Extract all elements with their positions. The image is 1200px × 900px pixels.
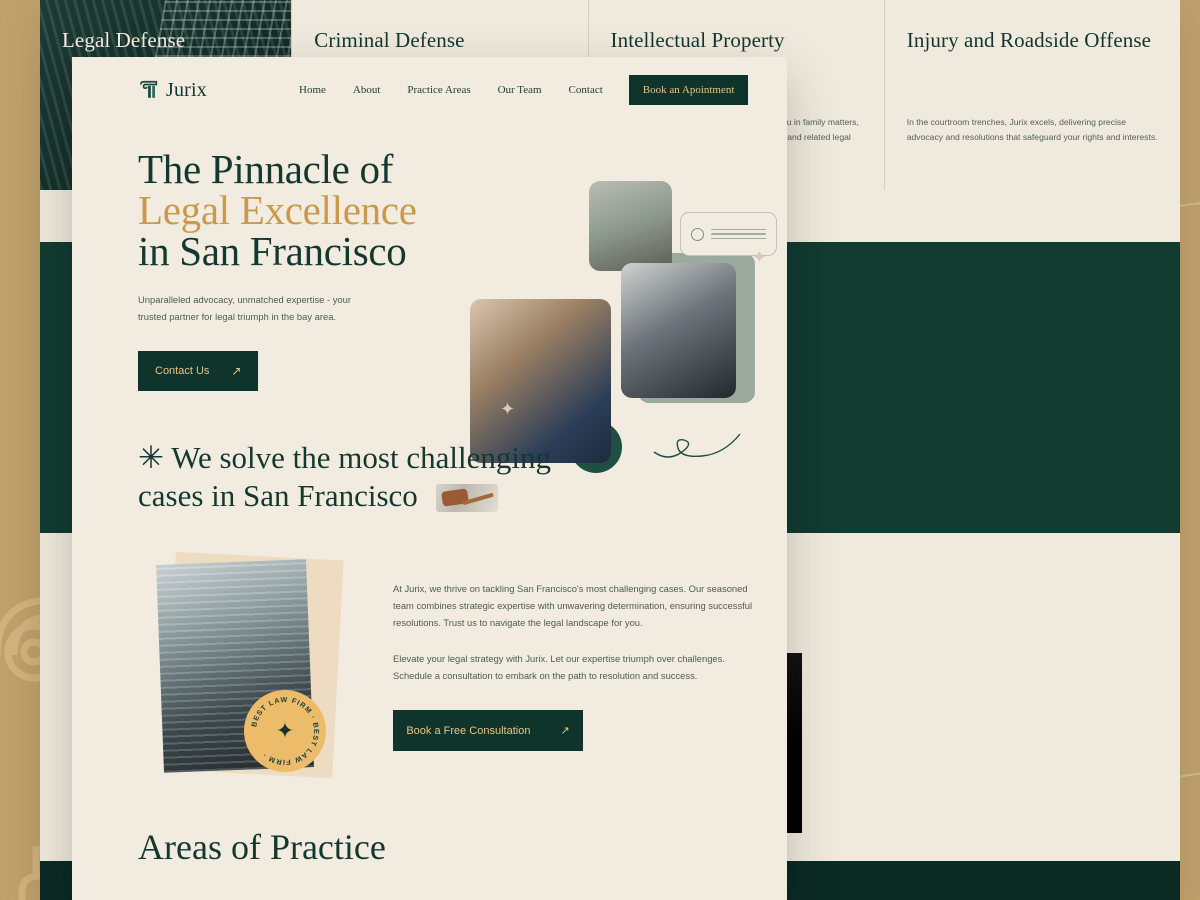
check-circle-icon [691,227,704,241]
contact-us-button[interactable]: Contact Us ↗ [138,351,259,392]
nav-links: Home About Practice Areas Our Team Conta… [299,84,603,96]
navbar: Jurix Home About Practice Areas Our Team… [72,57,787,123]
best-law-firm-badge: BEST LAW FIRM · BEST LAW FIRM · ✦ [244,689,326,772]
book-appointment-button[interactable]: Book an Apointment [628,75,749,105]
nav-item-practice-areas[interactable]: Practice Areas [407,84,470,96]
gavel-icon [435,483,498,512]
nav-item-contact[interactable]: Contact [569,84,603,96]
book-consultation-label: Book a Free Consultation [406,724,531,737]
desktop-backdrop: Legal Defense Criminal Defense ... ur ri… [0,0,1200,900]
areas-of-practice-section: Areas of Practice [72,780,787,868]
arrow-up-right-icon: ↗ [231,364,242,379]
areas-of-practice-heading: Areas of Practice [138,826,386,867]
section-paragraph-2: Elevate your legal strategy with Jurix. … [393,653,725,682]
section-heading: ✳ We solve the most challenging cases in… [138,439,738,513]
contact-us-label: Contact Us [155,365,210,378]
collage-photo-office [589,181,672,271]
hero-section: The Pinnacle of Legal Excellence in San … [72,123,787,473]
section-content-row: BEST LAW FIRM · BEST LAW FIRM · ✦ At Jur… [138,550,787,780]
practice-card-title: Injury and Roadside Offense [906,28,1152,52]
lawyer-photo-frame: BEST LAW FIRM · BEST LAW FIRM · ✦ [148,550,363,780]
practice-card-injury-roadside[interactable]: Injury and Roadside Offense In the court… [885,0,1180,190]
practice-card-title: Legal Defense [62,28,186,52]
chip-lines [711,226,766,243]
hero-subtitle: Unparalleled advocacy, unmatched experti… [138,294,351,322]
logo[interactable]: Jurix [138,79,207,102]
logo-text: Jurix [166,78,207,101]
heading-line1: We solve the most challenging [171,440,551,476]
nav-item-our-team[interactable]: Our Team [498,84,542,96]
section-paragraph-1: At Jurix, we thrive on tackling San Fran… [393,582,753,629]
book-consultation-button[interactable]: Book a Free Consultation ↗ [393,710,583,752]
column-capital-icon [139,80,158,98]
section-text-column: At Jurix, we thrive on tackling San Fran… [393,550,787,780]
practice-card-title: Criminal Defense [314,28,465,52]
practice-card-body: In the courtroom trenches, Jurix excels,… [906,116,1158,142]
collage-photo-consultation [621,263,736,398]
arrow-up-right-icon: ↗ [560,725,570,738]
nav-item-home[interactable]: Home [299,84,326,96]
sparkle-icon: ✦ [752,247,768,267]
nav-item-about[interactable]: About [353,84,381,96]
asterisk-icon: ✳ [138,440,164,476]
foreground-website-page[interactable]: Jurix Home About Practice Areas Our Team… [72,57,787,900]
heading-line2: cases in San Francisco [138,477,418,513]
badge-star-icon: ✦ [275,717,295,743]
practice-card-title: Intellectual Property [610,28,785,52]
challenging-cases-section: ✳ We solve the most challenging cases in… [72,391,787,779]
